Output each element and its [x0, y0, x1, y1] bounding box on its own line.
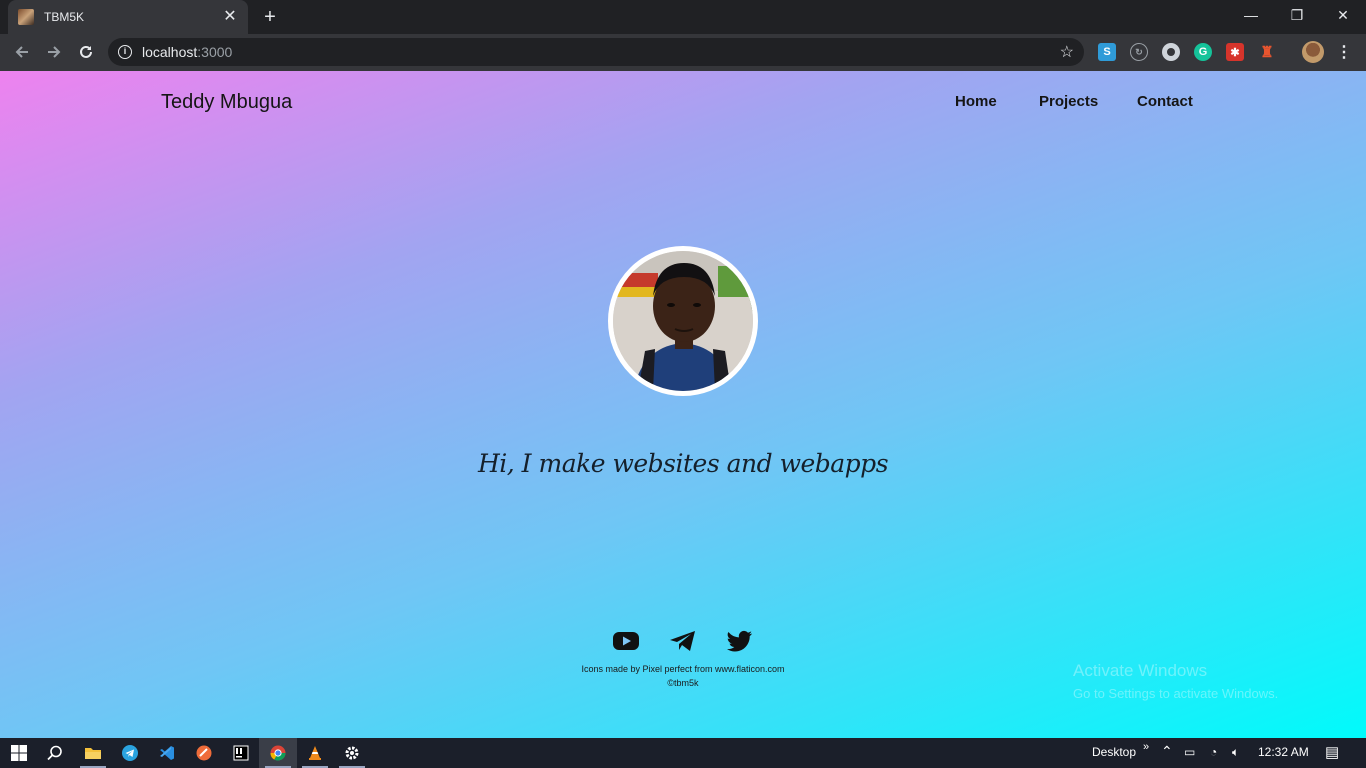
close-window-button[interactable]: ✕ [1320, 0, 1366, 30]
twitter-logo [727, 630, 752, 652]
telegram-icon[interactable] [669, 629, 697, 653]
sync-icon[interactable]: ↻ [1130, 43, 1148, 61]
folder-glyph [85, 748, 101, 759]
url-port: :3000 [197, 44, 233, 60]
intellij-icon[interactable] [222, 738, 260, 768]
arrow-left-icon [15, 46, 28, 58]
site-brand[interactable]: Teddy Mbugua [161, 91, 292, 114]
browser-titlebar: TBM5K ✕ + — ❐ ✕ [0, 0, 1366, 34]
circle-inner [1167, 48, 1175, 56]
nav-projects-link[interactable]: Projects [1039, 93, 1098, 110]
address-bar[interactable]: i localhost:3000 ☆ [108, 38, 1084, 66]
forward-button[interactable] [42, 40, 66, 64]
url-host: localhost [142, 44, 198, 60]
vscode-glyph [160, 746, 174, 760]
settings-icon[interactable] [333, 738, 371, 768]
tray-overflow-chevron-icon[interactable]: ⌃ [1161, 743, 1173, 760]
action-center-icon[interactable]: ▤ [1325, 743, 1339, 761]
telegram-logo [670, 631, 695, 651]
site-info-icon[interactable]: i [118, 45, 132, 59]
profile-avatar[interactable] [1302, 41, 1324, 63]
nav-contact-link[interactable]: Contact [1137, 93, 1193, 110]
activate-windows-title: Activate Windows [1073, 661, 1208, 680]
portrait-illustration [613, 251, 753, 391]
reload-icon [80, 45, 92, 58]
chrome-icon[interactable] [259, 738, 297, 768]
browser-tab[interactable]: TBM5K ✕ [8, 0, 248, 34]
browser-menu-button[interactable]: ⋮ [1336, 42, 1352, 62]
circle-icon[interactable] [1162, 43, 1180, 61]
tab-title: TBM5K [44, 10, 85, 24]
youtube-icon[interactable] [612, 629, 640, 653]
skype-icon[interactable]: S [1098, 43, 1116, 61]
tab-close-button[interactable]: ✕ [222, 9, 238, 25]
clock[interactable]: 12:32 AM [1258, 745, 1309, 759]
telegram-icon[interactable] [111, 738, 149, 768]
chevron-double-icon[interactable]: » [1143, 741, 1149, 753]
twitter-icon[interactable] [726, 629, 754, 653]
windows-logo [11, 745, 27, 761]
back-button[interactable] [10, 40, 34, 64]
arrow-right-icon [48, 46, 61, 58]
new-tab-button[interactable]: + [260, 7, 280, 27]
grammarly-icon[interactable]: G [1194, 43, 1212, 61]
file-explorer-icon[interactable] [74, 738, 112, 768]
youtube-logo [613, 632, 639, 650]
wifi-icon[interactable]: ◔ [1210, 745, 1217, 759]
desktop-toolbar-label[interactable]: Desktop [1092, 745, 1136, 759]
nav-home-link[interactable]: Home [955, 93, 997, 110]
start-icon[interactable] [0, 738, 38, 768]
reload-button[interactable] [74, 40, 98, 64]
vscode-icon[interactable] [148, 738, 186, 768]
telegram-glyph [122, 745, 138, 761]
profile-photo [608, 246, 758, 396]
rocket-icon[interactable]: ♜ [1258, 43, 1276, 61]
pixel-icon[interactable]: ✱ [1226, 43, 1244, 61]
intellij-glyph [233, 745, 249, 761]
postman-icon[interactable] [185, 738, 223, 768]
bookmark-star-icon[interactable]: ☆ [1060, 42, 1074, 62]
chrome-glyph [270, 745, 286, 761]
postman-glyph [196, 745, 212, 761]
page-viewport: Teddy Mbugua Home Projects Contact Hi, I… [0, 71, 1366, 738]
vlc-icon[interactable] [296, 738, 334, 768]
tab-favicon-icon [18, 9, 34, 25]
maximize-button[interactable]: ❐ [1274, 0, 1320, 30]
hero-tagline: Hi, I make websites and webapps [477, 449, 889, 478]
gear-glyph [345, 746, 359, 760]
search-icon[interactable] [36, 738, 74, 768]
volume-icon[interactable]: 🔈︎ [1232, 745, 1239, 760]
battery-icon[interactable]: ▭ [1184, 745, 1195, 759]
windows-taskbar: Desktop » ⌃ ▭ ◔ 🔈︎ 12:32 AM ▤ [0, 738, 1366, 768]
minimize-button[interactable]: — [1228, 0, 1274, 30]
magnifier-glyph [47, 745, 62, 761]
vlc-glyph [309, 746, 321, 760]
browser-toolbar: i localhost:3000 ☆ S ↻ G ✱ ♜ ⋮ [0, 34, 1366, 71]
site-navbar: Teddy Mbugua Home Projects Contact [0, 71, 1366, 137]
activate-windows-subtitle: Go to Settings to activate Windows. [1073, 686, 1279, 701]
